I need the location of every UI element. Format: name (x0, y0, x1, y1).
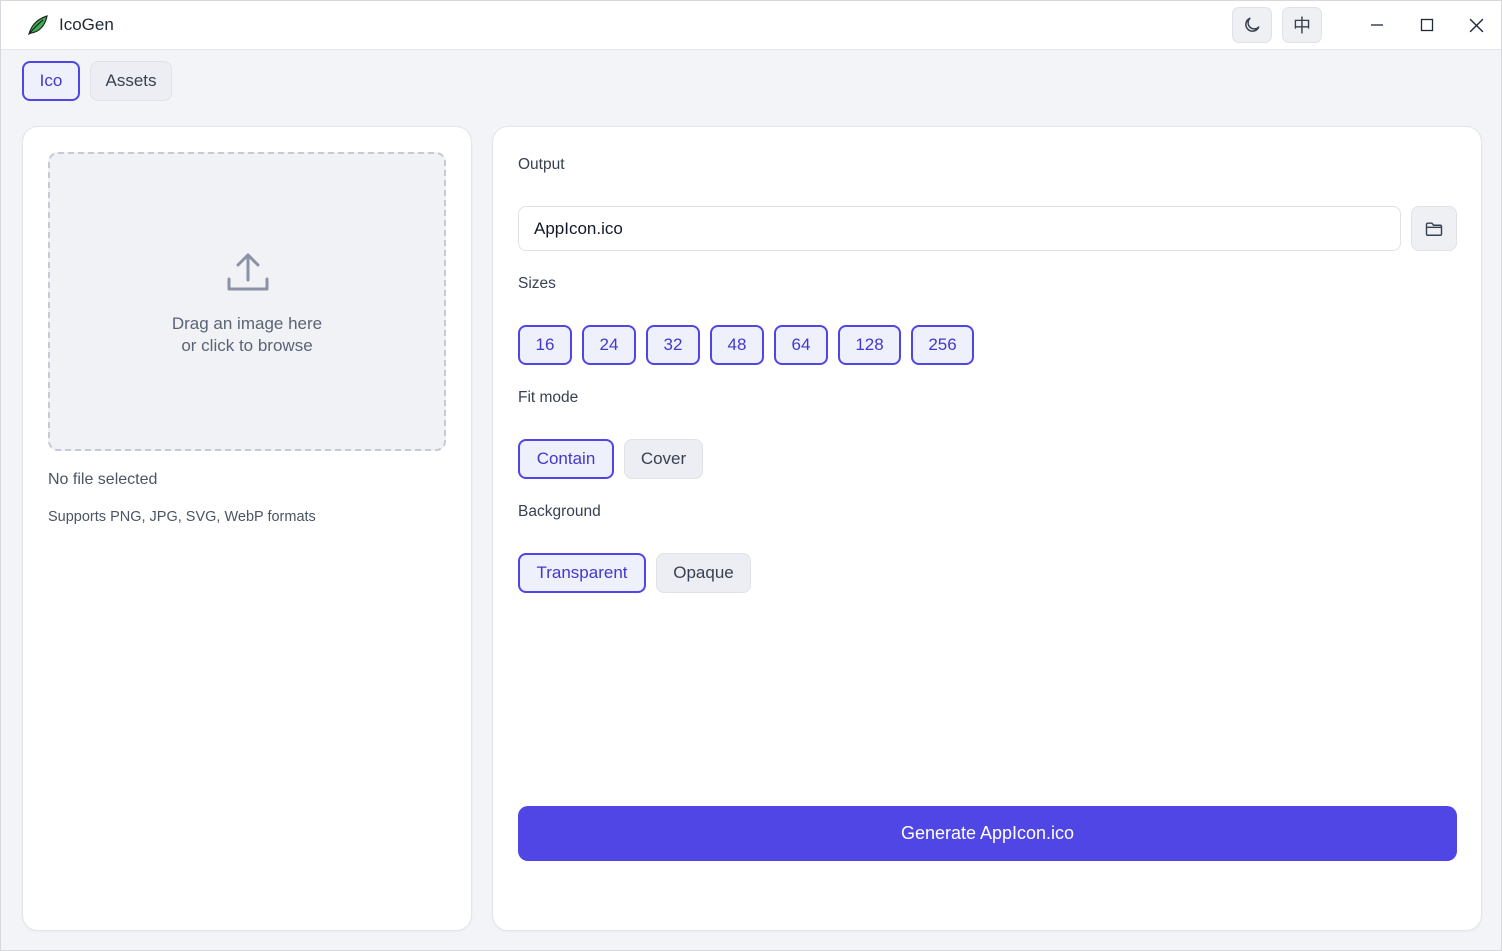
language-toggle-button[interactable]: 中 (1282, 7, 1322, 43)
dropzone-hint-primary: Drag an image here (171, 314, 323, 333)
tab-ico[interactable]: Ico (22, 61, 80, 101)
app-title: IcoGen (59, 15, 114, 34)
tab-assets[interactable]: Assets (90, 61, 172, 101)
maximize-button[interactable] (1410, 9, 1444, 41)
close-icon (1469, 18, 1483, 32)
title-bar: IcoGen 中 (1, 1, 1501, 50)
output-filename-input[interactable] (518, 206, 1401, 251)
size-chip-48[interactable]: 48 (710, 325, 764, 365)
sizes-label: Sizes (518, 275, 556, 292)
browse-folder-button[interactable] (1411, 206, 1457, 251)
maximize-icon (1420, 18, 1434, 32)
bg-opaque-option[interactable]: Opaque (656, 553, 751, 593)
image-dropzone[interactable]: Drag an image here or click to browse (48, 152, 446, 451)
leaf-icon (28, 15, 48, 36)
dropzone-hint-secondary: or click to browse (181, 336, 313, 355)
generate-button[interactable]: Generate AppIcon.ico (518, 806, 1457, 861)
upload-icon (227, 253, 269, 291)
file-status: No file selected (48, 471, 158, 488)
size-chip-128[interactable]: 128 (838, 325, 901, 365)
output-label: Output (518, 156, 565, 173)
moon-icon (1245, 17, 1260, 32)
background-label: Background (518, 503, 601, 520)
fit-cover-option[interactable]: Cover (624, 439, 703, 479)
size-chip-24[interactable]: 24 (582, 325, 636, 365)
fit-mode-label: Fit mode (518, 389, 579, 406)
supported-formats: Supports PNG, JPG, SVG, WebP formats (48, 509, 316, 525)
close-button[interactable] (1459, 9, 1493, 41)
minimize-button[interactable] (1360, 9, 1394, 41)
theme-toggle-button[interactable] (1232, 7, 1272, 43)
source-panel: Drag an image here or click to browse No… (22, 126, 472, 931)
size-chip-16[interactable]: 16 (518, 325, 572, 365)
options-panel: Output Sizes 16 24 32 48 64 128 256 Fit … (492, 126, 1482, 931)
bg-transparent-option[interactable]: Transparent (518, 553, 646, 593)
minimize-icon (1371, 24, 1383, 26)
size-chip-64[interactable]: 64 (774, 325, 828, 365)
fit-contain-option[interactable]: Contain (518, 439, 614, 479)
size-chip-256[interactable]: 256 (911, 325, 974, 365)
app-window: IcoGen 中 Ico Assets Drag an image here o… (0, 0, 1502, 951)
size-chip-32[interactable]: 32 (646, 325, 700, 365)
folder-icon (1425, 221, 1443, 236)
